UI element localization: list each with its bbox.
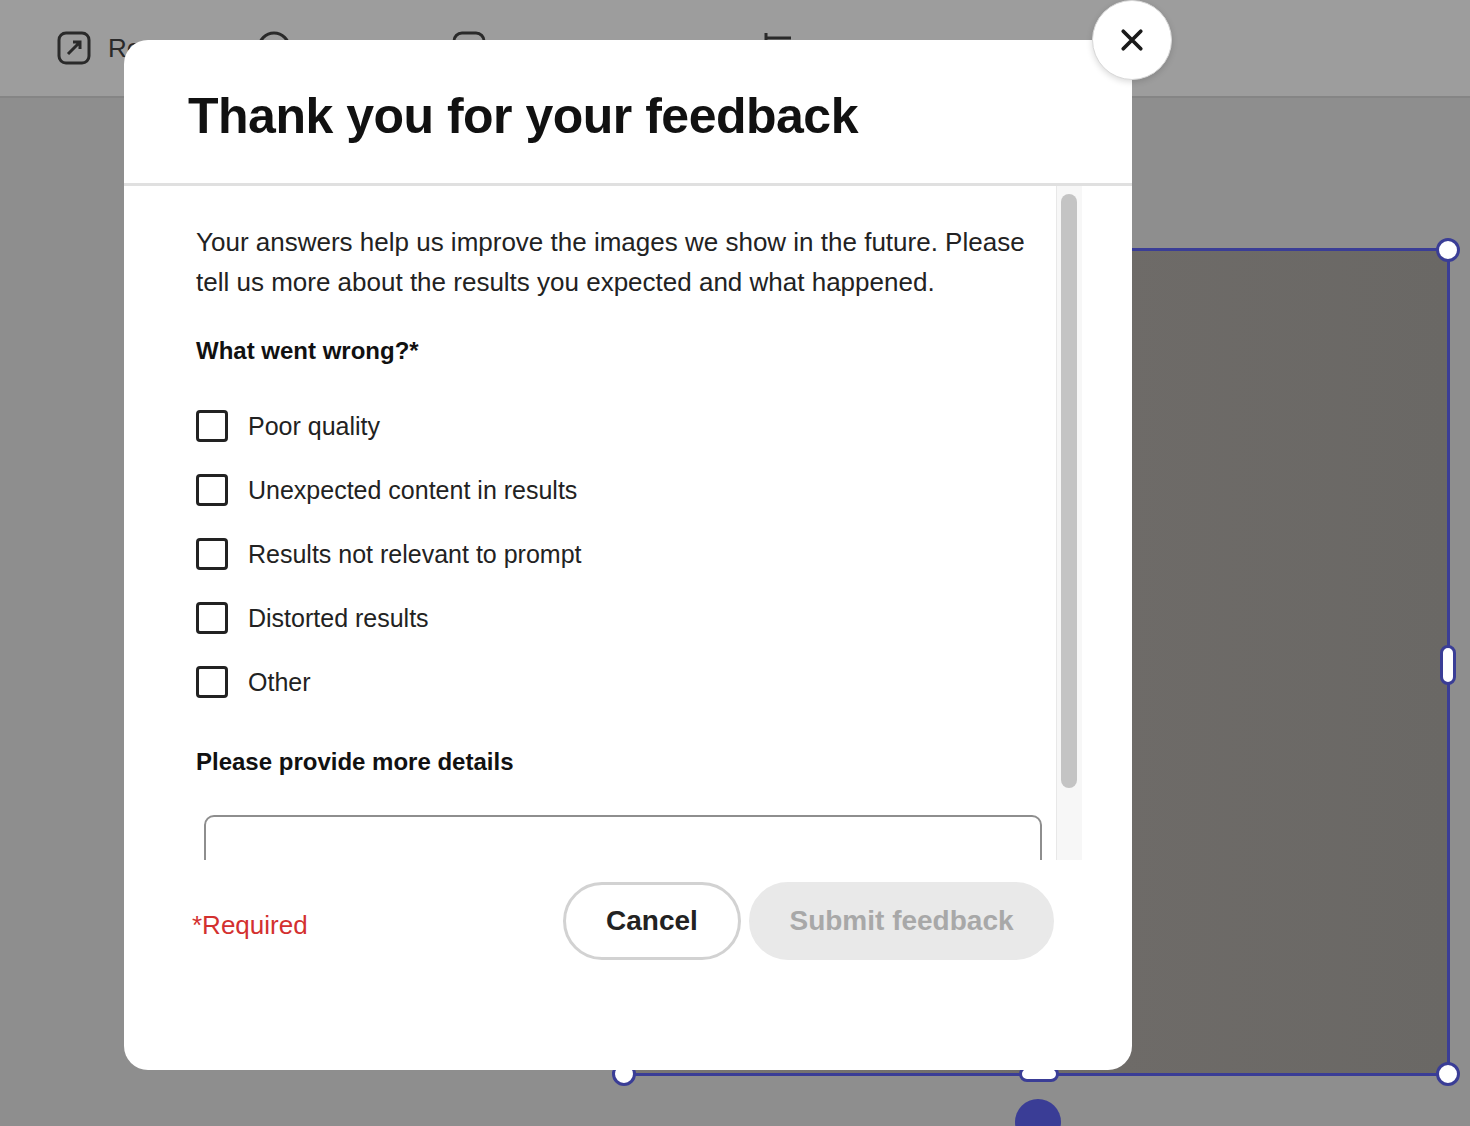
option-label: Unexpected content in results xyxy=(248,476,577,505)
option-row[interactable]: Distorted results xyxy=(196,586,1056,650)
dialog-header: Thank you for your feedback xyxy=(124,40,1132,186)
checkbox[interactable] xyxy=(196,410,228,442)
dialog-body: Your answers help us improve the images … xyxy=(124,186,1132,860)
submit-button[interactable]: Submit feedback xyxy=(749,882,1054,960)
dialog-content: Your answers help us improve the images … xyxy=(124,186,1056,860)
button-group: CancelSubmit feedback xyxy=(563,882,1054,960)
resize-handle[interactable] xyxy=(1440,645,1456,685)
details-field[interactable] xyxy=(204,815,1042,860)
resize-icon xyxy=(56,30,92,66)
option-label: Poor quality xyxy=(248,412,380,441)
app-screen: ReThank you for your feedbackYour answer… xyxy=(0,0,1470,1126)
option-row[interactable]: Other xyxy=(196,650,1056,714)
option-list: Poor quality Unexpected content in result… xyxy=(196,394,1056,714)
option-label: Distorted results xyxy=(248,604,429,633)
dialog-footer: *Required CancelSubmit feedback xyxy=(124,860,1132,1070)
option-label: Other xyxy=(248,668,311,697)
checkbox[interactable] xyxy=(196,538,228,570)
question-label: What went wrong?* xyxy=(196,336,1056,366)
feedback-dialog: Thank you for your feedback Your answers … xyxy=(124,40,1132,1070)
option-row[interactable]: Unexpected content in results xyxy=(196,458,1056,522)
checkbox[interactable] xyxy=(196,474,228,506)
option-row[interactable]: Results not relevant to prompt xyxy=(196,522,1056,586)
dialog-title: Thank you for your feedback xyxy=(188,84,1068,148)
checkbox[interactable] xyxy=(196,602,228,634)
close-button[interactable] xyxy=(1092,0,1172,80)
intro-text: Your answers help us improve the images … xyxy=(196,222,1056,302)
resize-handle[interactable] xyxy=(1436,1062,1460,1086)
scrollbar[interactable] xyxy=(1056,186,1082,860)
resize-handle[interactable] xyxy=(1436,238,1460,262)
cancel-button[interactable]: Cancel xyxy=(563,882,741,960)
rotate-handle[interactable] xyxy=(1015,1099,1061,1126)
checkbox[interactable] xyxy=(196,666,228,698)
required-note: *Required xyxy=(192,910,308,941)
option-row[interactable]: Poor quality xyxy=(196,394,1056,458)
details-label: Please provide more details xyxy=(196,747,1056,777)
option-label: Results not relevant to prompt xyxy=(248,540,582,569)
scrollbar-thumb[interactable] xyxy=(1061,194,1077,788)
close-icon xyxy=(1117,25,1147,55)
